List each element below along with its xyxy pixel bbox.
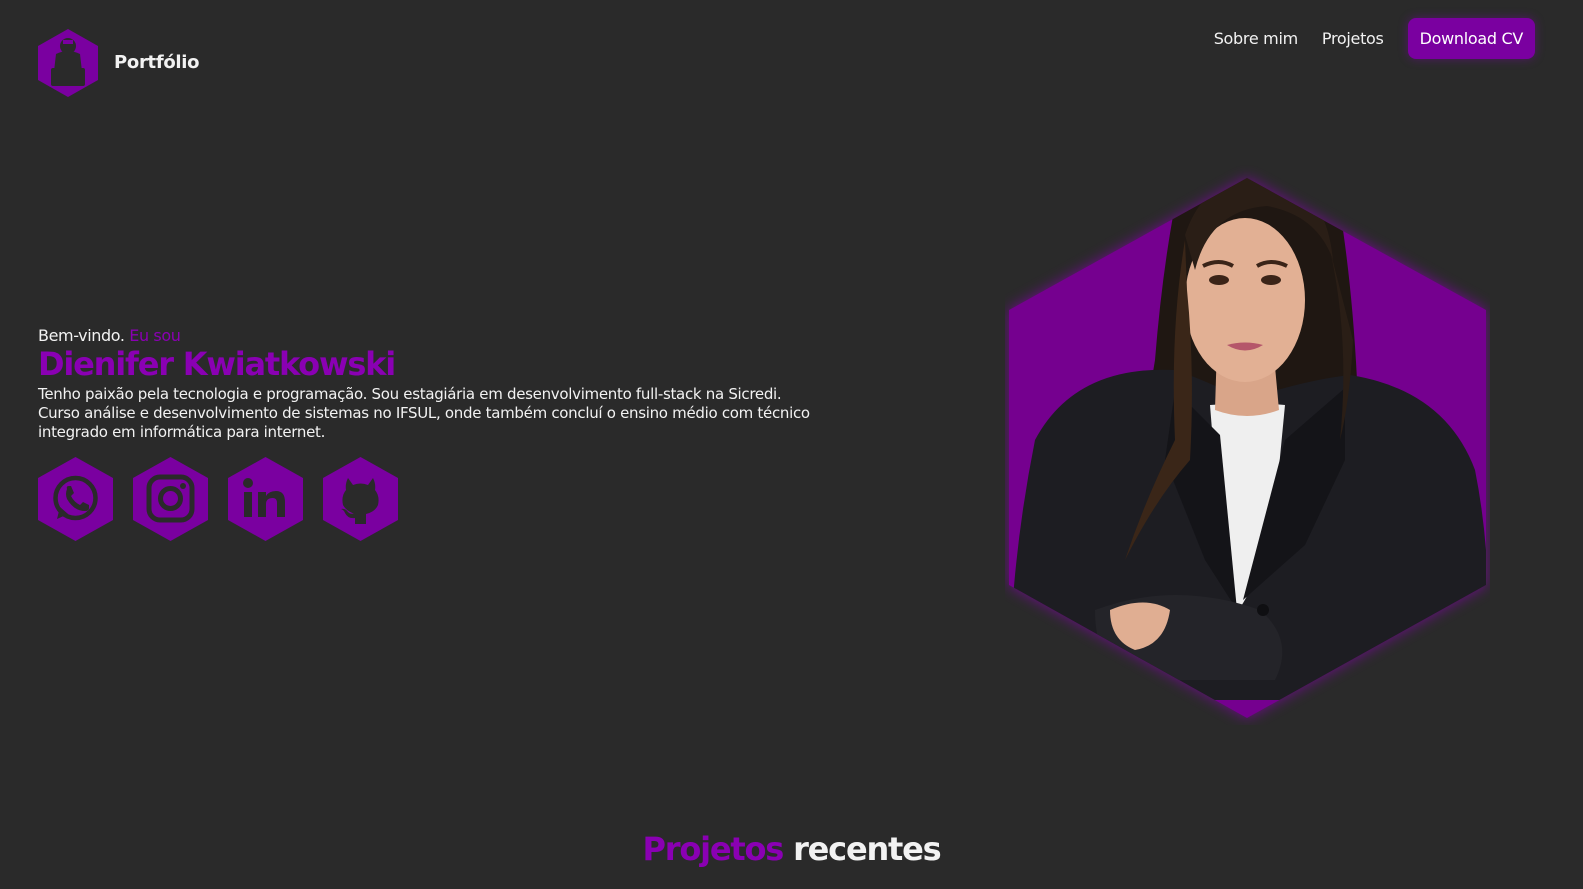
section-title-rest: recentes [793,830,942,868]
instagram-icon[interactable] [132,456,209,542]
social-links [37,456,417,542]
nav-link-sobre-mim[interactable]: Sobre mim [1214,29,1298,48]
hero-description: Tenho paixão pela tecnologia e programaç… [38,385,810,441]
whatsapp-icon[interactable] [37,456,114,542]
brand-name[interactable]: Portfólio [114,52,200,73]
greeting-accent: Eu sou [129,326,181,345]
nav-link-projetos[interactable]: Projetos [1322,29,1384,48]
hero-name: Dienifer Kwiatkowski [38,345,396,383]
section-title-accent: Projetos [642,830,785,868]
main-nav: Sobre mim Projetos Download CV [1190,18,1535,59]
linkedin-icon[interactable] [227,456,304,542]
download-cv-button[interactable]: Download CV [1407,18,1535,59]
section-title: Projetos recentes [0,830,1583,868]
github-icon[interactable] [322,456,399,542]
hero-section: Bem-vindo. Eu sou Dienifer Kwiatkowski T… [38,326,818,442]
greeting: Bem-vindo. Eu sou [38,326,818,345]
logo-icon[interactable] [37,28,99,98]
profile-hexagon [1009,178,1486,718]
greeting-text: Bem-vindo. [38,326,125,345]
site-header: Portfólio Sobre mim Projetos Download CV [0,0,1583,110]
profile-photo [1005,140,1490,725]
